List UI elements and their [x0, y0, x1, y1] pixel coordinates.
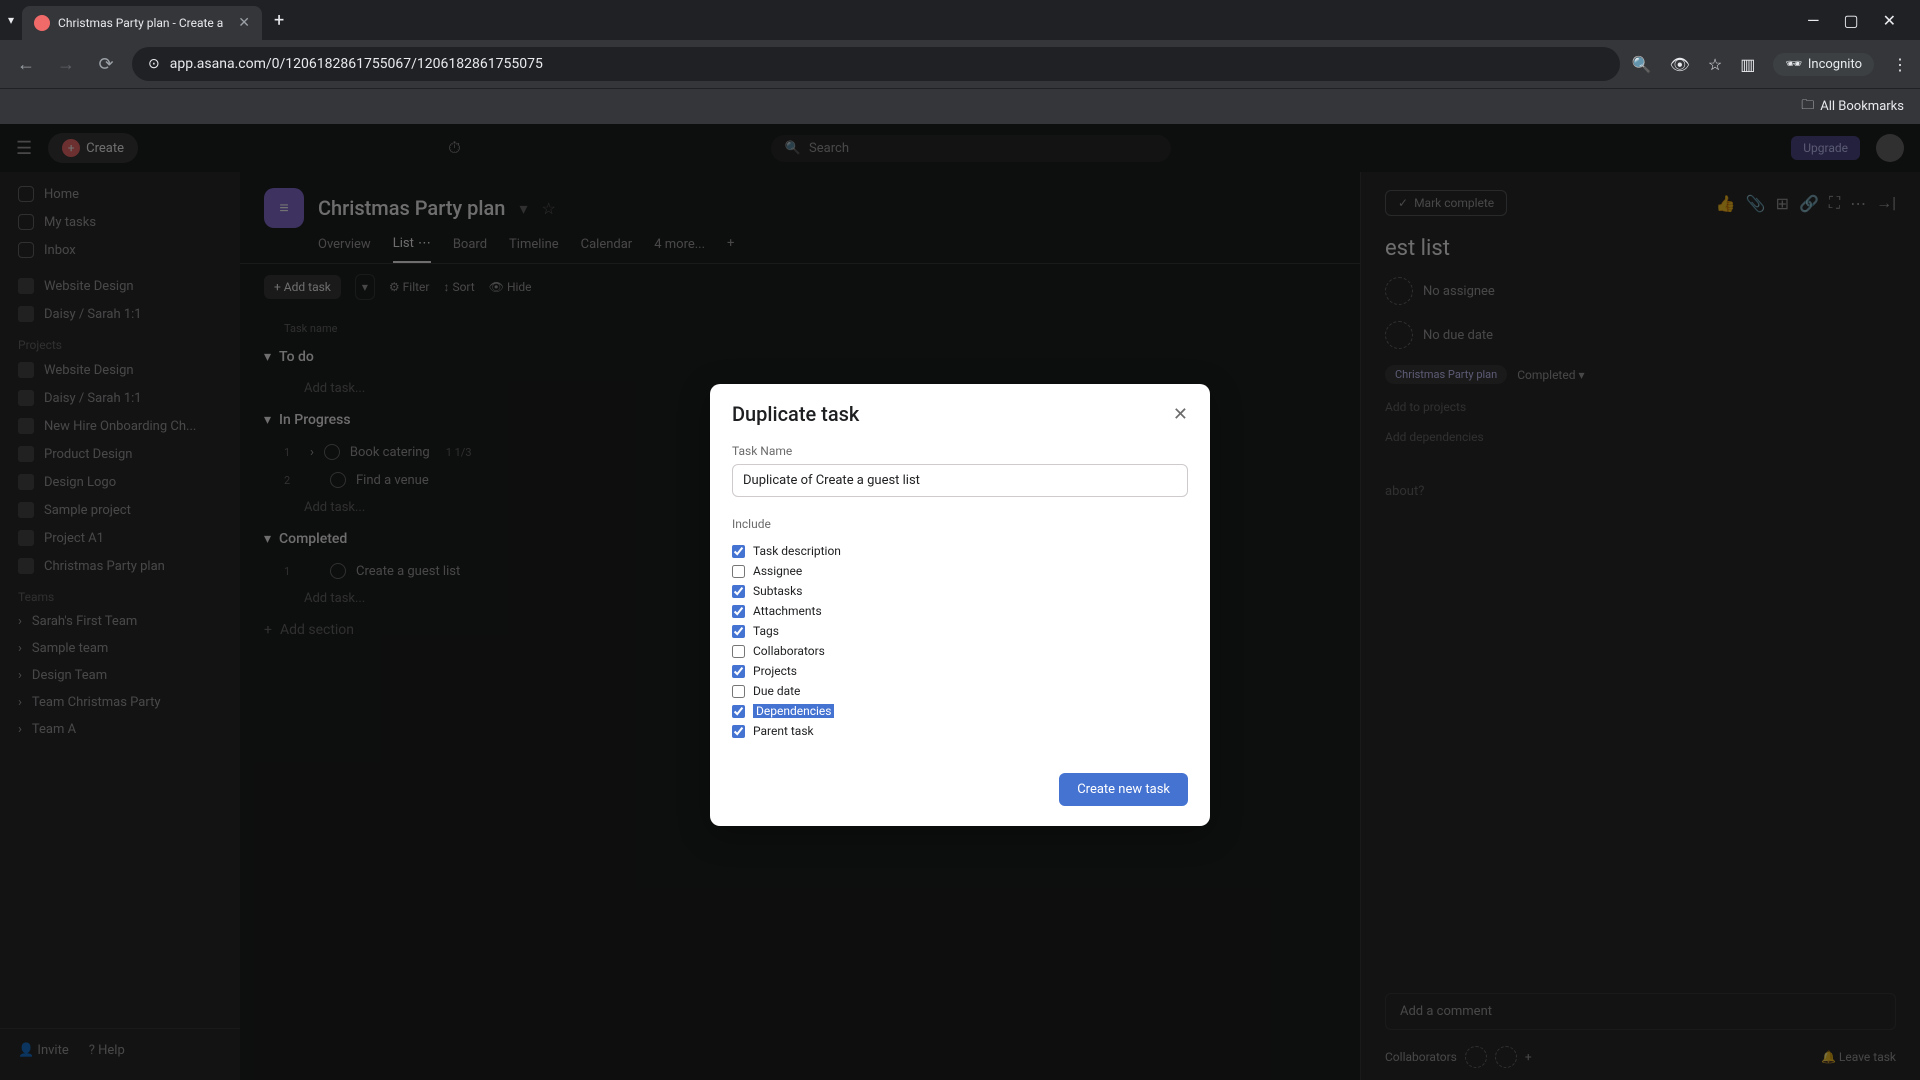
include-checkbox[interactable]	[732, 705, 745, 718]
back-button[interactable]: ←	[12, 54, 40, 75]
include-checkbox[interactable]	[732, 545, 745, 558]
incognito-icon: 🕶	[1785, 57, 1802, 72]
include-option[interactable]: Due date	[732, 681, 1188, 701]
include-option[interactable]: Task description	[732, 541, 1188, 561]
include-option-label: Parent task	[753, 724, 814, 738]
reload-button[interactable]: ⟳	[92, 54, 120, 75]
url-input[interactable]: ⊙ app.asana.com/0/1206182861755067/12061…	[132, 47, 1620, 81]
browser-chrome: ▾ Christmas Party plan - Create a ✕ + — …	[0, 0, 1920, 88]
duplicate-task-modal: Duplicate task ✕ Task Name Include Task …	[710, 384, 1210, 826]
maximize-icon[interactable]: ▢	[1843, 11, 1858, 30]
include-checkbox[interactable]	[732, 665, 745, 678]
favicon-icon	[34, 15, 50, 31]
tab-search-icon[interactable]: ▾	[8, 13, 14, 27]
include-label: Include	[732, 517, 1188, 531]
tab-title: Christmas Party plan - Create a	[58, 16, 230, 30]
include-checkbox[interactable]	[732, 585, 745, 598]
include-option-label: Tags	[753, 624, 779, 638]
include-option-label: Projects	[753, 664, 797, 678]
include-option-label: Due date	[753, 684, 800, 698]
include-option-label: Dependencies	[753, 704, 834, 718]
eye-off-icon[interactable]: 👁	[1670, 55, 1690, 74]
panel-icon[interactable]: ▥	[1740, 55, 1755, 74]
include-checkbox[interactable]	[732, 645, 745, 658]
bookmarks-bar: 🗀 All Bookmarks	[0, 88, 1920, 124]
include-checkbox[interactable]	[732, 625, 745, 638]
include-option[interactable]: Dependencies	[732, 701, 1188, 721]
search-icon[interactable]: 🔍	[1632, 55, 1652, 74]
include-option[interactable]: Tags	[732, 621, 1188, 641]
forward-button[interactable]: →	[52, 54, 80, 75]
close-window-icon[interactable]: ✕	[1883, 11, 1896, 30]
create-new-task-button[interactable]: Create new task	[1059, 773, 1188, 806]
incognito-badge[interactable]: 🕶 Incognito	[1773, 53, 1874, 76]
url-text: app.asana.com/0/1206182861755067/1206182…	[170, 56, 543, 72]
folder-icon: 🗀	[1801, 96, 1814, 118]
address-bar: ← → ⟳ ⊙ app.asana.com/0/1206182861755067…	[0, 40, 1920, 88]
include-checkbox[interactable]	[732, 725, 745, 738]
modal-title: Duplicate task	[732, 402, 859, 426]
window-controls: — ▢ ✕	[1807, 11, 1912, 30]
include-checkbox[interactable]	[732, 565, 745, 578]
include-option[interactable]: Attachments	[732, 601, 1188, 621]
include-option-label: Task description	[753, 544, 841, 558]
include-option[interactable]: Projects	[732, 661, 1188, 681]
tab-bar: ▾ Christmas Party plan - Create a ✕ + — …	[0, 0, 1920, 40]
include-option-label: Subtasks	[753, 584, 802, 598]
kebab-icon[interactable]: ⋮	[1892, 55, 1908, 74]
include-option[interactable]: Parent task	[732, 721, 1188, 741]
minimize-icon[interactable]: —	[1807, 11, 1820, 30]
browser-tab[interactable]: Christmas Party plan - Create a ✕	[22, 6, 262, 40]
include-option[interactable]: Subtasks	[732, 581, 1188, 601]
close-icon[interactable]: ✕	[1173, 404, 1188, 425]
new-tab-button[interactable]: +	[274, 10, 284, 31]
task-name-label: Task Name	[732, 444, 1188, 458]
include-option-label: Attachments	[753, 604, 822, 618]
all-bookmarks-button[interactable]: All Bookmarks	[1820, 99, 1904, 114]
include-checkbox[interactable]	[732, 685, 745, 698]
include-option-label: Assignee	[753, 564, 802, 578]
include-option-label: Collaborators	[753, 644, 825, 658]
incognito-label: Incognito	[1808, 57, 1862, 72]
bookmark-star-icon[interactable]: ☆	[1708, 55, 1722, 74]
include-option[interactable]: Collaborators	[732, 641, 1188, 661]
include-checkbox[interactable]	[732, 605, 745, 618]
include-option[interactable]: Assignee	[732, 561, 1188, 581]
close-icon[interactable]: ✕	[238, 15, 250, 31]
site-info-icon[interactable]: ⊙	[148, 56, 160, 72]
task-name-input[interactable]	[732, 464, 1188, 497]
